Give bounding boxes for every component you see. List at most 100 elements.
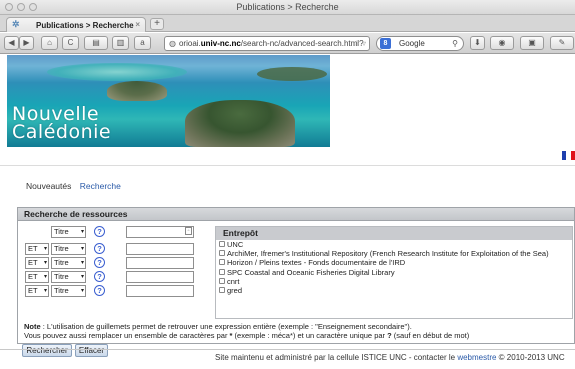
criteria-row: ET ▾ Titre ▾ ? xyxy=(25,285,201,297)
webmaster-link[interactable]: webmestre xyxy=(457,353,496,362)
new-tab-button[interactable]: + xyxy=(150,18,164,30)
amazon-button[interactable]: a xyxy=(134,36,151,50)
note-text-1: : L'utilisation de guillemets permet de … xyxy=(40,322,412,331)
field-select[interactable]: Titre ▾ xyxy=(51,257,86,269)
nav-nouveautes[interactable]: Nouveautés xyxy=(26,181,71,191)
checkbox[interactable] xyxy=(219,241,225,247)
search-input[interactable]: 8 Google ⚲ xyxy=(376,36,464,51)
window-title: Publications > Recherche xyxy=(236,2,339,12)
field-select[interactable]: Titre ▾ xyxy=(51,271,86,283)
chevron-down-icon: ▾ xyxy=(43,260,47,266)
repository-option-label: cnrt xyxy=(227,276,240,286)
chevron-down-icon: ▾ xyxy=(80,288,84,294)
note-text-2a: Vous pouvez aussi remplacer un ensemble … xyxy=(24,330,230,340)
clear-field-icon[interactable]: ▫ xyxy=(185,227,192,235)
banner-rock xyxy=(185,100,295,147)
checkbox[interactable] xyxy=(219,250,225,257)
tab-bar: ✲ Publications > Recherche × + xyxy=(0,15,575,32)
back-button[interactable]: ◀ xyxy=(4,36,19,50)
search-button[interactable]: Rechercher xyxy=(22,344,72,357)
checkbox[interactable] xyxy=(219,277,225,284)
search-engine-icon[interactable]: 8 xyxy=(380,38,391,49)
checkbox[interactable] xyxy=(219,286,225,293)
help-icon[interactable]: ? xyxy=(94,243,105,254)
note-text-2b: (exemple : méca*) et un caractère unique… xyxy=(232,330,388,340)
french-flag-icon[interactable] xyxy=(562,151,575,160)
chevron-down-icon: ▾ xyxy=(43,246,47,252)
addon-button-1[interactable]: ◉ xyxy=(490,36,514,50)
flag-stripe-red xyxy=(570,151,575,160)
repository-option-gred[interactable]: gred xyxy=(216,286,572,295)
operator-select[interactable]: ET ▾ xyxy=(25,285,49,297)
footer: Site maintenu et administré par la cellu… xyxy=(215,353,565,362)
help-icon[interactable]: ? xyxy=(94,285,105,296)
history-button[interactable]: ▤ xyxy=(84,36,108,50)
help-icon[interactable]: ? xyxy=(94,257,105,268)
search-panel-heading: Recherche de ressources xyxy=(18,208,574,221)
search-term-input[interactable] xyxy=(126,285,194,297)
addon-button-3[interactable]: ✎ xyxy=(550,36,574,50)
site-identity-icon[interactable]: ◍ xyxy=(169,37,176,50)
operator-select-value: ET xyxy=(28,272,38,281)
repository-option-cnrt[interactable]: cnrt xyxy=(216,277,572,286)
field-select-value: Titre xyxy=(54,227,69,236)
footer-divider xyxy=(0,349,575,350)
operator-select[interactable]: ET ▾ xyxy=(25,271,49,283)
page-content: Nouvelle Calédonie Nouveautés Recherche … xyxy=(0,55,575,369)
repository-option-label: ArchiMer, Ifremer's Institutional Reposi… xyxy=(227,249,549,259)
operator-select-value: ET xyxy=(28,258,38,267)
chevron-down-icon: ▾ xyxy=(80,246,84,252)
url-path: /search-nc/advanced-search.html? xyxy=(240,39,364,48)
help-icon[interactable]: ? xyxy=(94,226,105,237)
repository-option-label: Horizon / Pleins textes - Fonds document… xyxy=(227,258,406,268)
field-select-value: Titre xyxy=(54,258,69,267)
operator-select[interactable]: ET ▾ xyxy=(25,257,49,269)
search-icon[interactable]: ⚲ xyxy=(452,37,458,50)
note-label: Note xyxy=(24,322,41,331)
note-text-2c: (sauf en début de mot) xyxy=(391,330,470,340)
operator-select[interactable]: ET ▾ xyxy=(25,243,49,255)
bookmarks-button[interactable]: ▥ xyxy=(112,36,129,50)
url-prefix: orioai. xyxy=(178,39,201,48)
repository-option-spc[interactable]: SPC Coastal and Oceanic Fisheries Digita… xyxy=(216,268,572,277)
download-button[interactable]: ⬇ xyxy=(470,36,485,50)
search-term-input[interactable] xyxy=(126,243,194,255)
search-term-input[interactable]: ▫ xyxy=(126,226,194,238)
help-icon[interactable]: ? xyxy=(94,271,105,282)
checkbox[interactable] xyxy=(219,268,225,275)
banner-reef xyxy=(47,63,187,81)
operator-select-value: ET xyxy=(28,286,38,295)
search-term-input[interactable] xyxy=(126,257,194,269)
search-panel: Recherche de ressources Titre ▾ ? ▫ ET ▾ T… xyxy=(17,207,575,357)
chevron-down-icon: ▾ xyxy=(80,260,84,266)
repository-option-unc[interactable]: UNC xyxy=(216,240,572,249)
url-input[interactable]: ◍ orioai.univ-nc.nc/search-nc/advanced-se… xyxy=(164,36,370,51)
search-term-input[interactable] xyxy=(126,271,194,283)
checkbox[interactable] xyxy=(219,259,225,266)
sub-navigation: Nouveautés Recherche xyxy=(26,181,121,191)
field-select[interactable]: Titre ▾ xyxy=(51,285,86,297)
tab-label: Publications > Recherche xyxy=(36,21,134,30)
criteria-row: ET ▾ Titre ▾ ? xyxy=(25,257,201,269)
reset-button[interactable]: Effacer xyxy=(75,344,108,357)
chevron-down-icon: ▾ xyxy=(43,288,47,294)
field-select[interactable]: Titre ▾ xyxy=(51,226,86,238)
tab-close-icon[interactable]: × xyxy=(135,20,140,29)
nav-recherche[interactable]: Recherche xyxy=(80,181,121,191)
footer-copyright: © 2010-2013 UNC xyxy=(496,353,565,362)
reload-button[interactable]: C xyxy=(62,36,79,50)
repository-option-horizon[interactable]: Horizon / Pleins textes - Fonds document… xyxy=(216,258,572,267)
repository-option-label: UNC xyxy=(227,240,244,249)
divider xyxy=(0,165,575,166)
chevron-down-icon: ▾ xyxy=(80,229,84,235)
banner-title-line2: Calédonie xyxy=(12,121,112,143)
banner-islet xyxy=(107,81,167,101)
bookmark-star-icon[interactable]: ☆ ▿ xyxy=(353,37,366,50)
home-button[interactable]: ⌂ xyxy=(41,36,58,50)
field-select[interactable]: Titre ▾ xyxy=(51,243,86,255)
addon-button-2[interactable]: ▣ xyxy=(520,36,544,50)
forward-button[interactable]: ▶ xyxy=(19,36,34,50)
tab-publications-recherche[interactable]: ✲ Publications > Recherche × xyxy=(6,17,146,32)
repository-option-archimer[interactable]: ArchiMer, Ifremer's Institutional Reposi… xyxy=(216,249,572,258)
chevron-down-icon: ▾ xyxy=(80,274,84,280)
